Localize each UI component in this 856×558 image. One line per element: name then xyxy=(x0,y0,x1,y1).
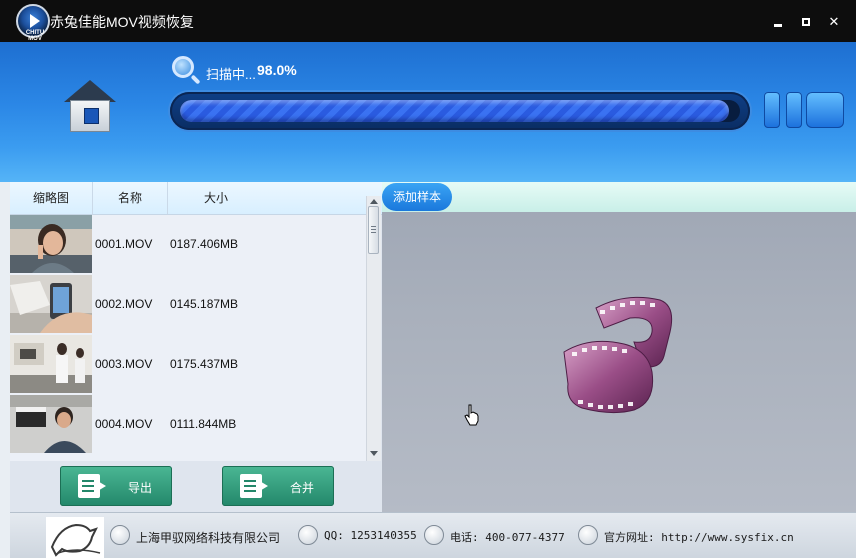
add-sample-button[interactable]: 添加样本 xyxy=(382,183,452,211)
phone-number: 电话: 400-077-4377 xyxy=(450,531,565,544)
column-thumbnail[interactable]: 缩略图 xyxy=(10,182,93,214)
icon-line xyxy=(82,485,94,487)
export-button[interactable]: 导出 xyxy=(60,466,172,506)
scan-status-label: 扫描中... xyxy=(206,67,256,82)
website-link[interactable]: 官方网址: http://www.sysfix.cn xyxy=(604,529,794,545)
file-size: 0111.844MB xyxy=(170,417,237,431)
pause-button[interactable] xyxy=(764,92,804,128)
icon-line xyxy=(244,485,256,487)
play-icon xyxy=(30,14,40,28)
progress-track-inner xyxy=(180,100,740,122)
file-row[interactable]: 0003.MOV 0175.437MB xyxy=(10,335,366,395)
maximize-icon xyxy=(802,18,810,26)
video-thumbnail xyxy=(10,395,92,453)
scan-progress-bar xyxy=(170,92,750,130)
video-thumbnail xyxy=(10,275,92,333)
file-name: 0003.MOV xyxy=(95,357,153,371)
preview-panel: 添加样本 xyxy=(382,182,856,512)
icon-line xyxy=(82,490,94,492)
footer-bar: 上海甲驭网络科技有限公司 QQ: 1253140355 电话: 400-077-… xyxy=(10,512,856,558)
column-name[interactable]: 名称 xyxy=(93,182,168,214)
window-title: 赤兔佳能MOV视频恢复 xyxy=(50,14,194,30)
merge-button-label: 合并 xyxy=(290,481,315,495)
company-logo xyxy=(46,517,104,558)
home-button[interactable] xyxy=(64,80,116,132)
hand-cursor-icon xyxy=(464,404,479,426)
minimize-button[interactable] xyxy=(768,12,788,32)
export-icon xyxy=(78,474,106,498)
file-size: 0175.437MB xyxy=(170,357,239,371)
qq-icon xyxy=(298,525,318,545)
scroll-up-arrow-icon[interactable] xyxy=(370,199,378,204)
icon-arrow xyxy=(96,480,106,492)
file-name: 0001.MOV xyxy=(95,237,153,251)
maximize-button[interactable] xyxy=(796,12,816,32)
file-list-header: 缩略图 名称 大小 xyxy=(10,182,382,215)
film-reel-icon xyxy=(563,296,673,414)
file-list-scrollbar[interactable] xyxy=(366,196,381,461)
video-thumbnail xyxy=(10,215,92,273)
magnifier-handle xyxy=(190,74,201,85)
preview-toolbar: 添加样本 xyxy=(382,182,856,212)
pause-icon xyxy=(764,92,780,128)
app-logo-icon: CHITU MOV xyxy=(16,4,50,42)
app-window: CHITU MOV 赤兔佳能MOV视频恢复 ✕ 扫描中... 98.0% 缩略图… xyxy=(0,0,856,558)
scroll-grip xyxy=(371,226,376,227)
file-size: 0187.406MB xyxy=(170,237,239,251)
file-size: 0145.187MB xyxy=(170,297,239,311)
scroll-thumb[interactable] xyxy=(368,206,379,254)
home-icon xyxy=(64,80,116,102)
scroll-grip xyxy=(371,232,376,233)
globe-icon xyxy=(578,525,598,545)
home-icon-door xyxy=(84,108,99,124)
merge-button[interactable]: 合并 xyxy=(222,466,334,506)
header-bar: 扫描中... 98.0% xyxy=(0,42,856,182)
close-icon: ✕ xyxy=(828,14,840,29)
stop-button[interactable] xyxy=(806,92,844,128)
scan-percent: 98.0% xyxy=(257,62,297,78)
qq-number: QQ: 1253140355 xyxy=(324,529,417,542)
home-icon-body xyxy=(70,100,110,132)
company-icon xyxy=(110,525,130,545)
minimize-icon xyxy=(774,24,782,27)
icon-arrow xyxy=(258,480,268,492)
close-button[interactable]: ✕ xyxy=(824,12,844,32)
magnifier-icon xyxy=(172,56,194,78)
title-bar: CHITU MOV 赤兔佳能MOV视频恢复 ✕ xyxy=(0,0,856,42)
app-logo-text: CHITU MOV xyxy=(25,30,45,42)
file-row[interactable]: 0001.MOV 0187.406MB xyxy=(10,215,366,275)
video-thumbnail xyxy=(10,335,92,393)
pause-icon-bar xyxy=(786,92,802,128)
icon-line xyxy=(82,480,94,482)
file-row[interactable]: 0004.MOV 0111.844MB xyxy=(10,395,366,455)
file-list-panel: 缩略图 名称 大小 0001.MOV 0187.406MB 0002.MOV 0… xyxy=(10,182,382,512)
file-name: 0002.MOV xyxy=(95,297,153,311)
phone-icon xyxy=(424,525,444,545)
merge-icon xyxy=(240,474,268,498)
column-size[interactable]: 大小 xyxy=(168,182,264,214)
scroll-down-arrow-icon[interactable] xyxy=(370,451,378,456)
progress-fill xyxy=(180,100,729,122)
icon-line xyxy=(244,480,256,482)
icon-line xyxy=(244,490,256,492)
file-name: 0004.MOV xyxy=(95,417,153,431)
file-row[interactable]: 0002.MOV 0145.187MB xyxy=(10,275,366,335)
file-list: 0001.MOV 0187.406MB 0002.MOV 0145.187MB … xyxy=(10,215,366,461)
company-name: 上海甲驭网络科技有限公司 xyxy=(136,531,281,545)
export-button-label: 导出 xyxy=(128,481,153,495)
scroll-grip xyxy=(371,229,376,230)
